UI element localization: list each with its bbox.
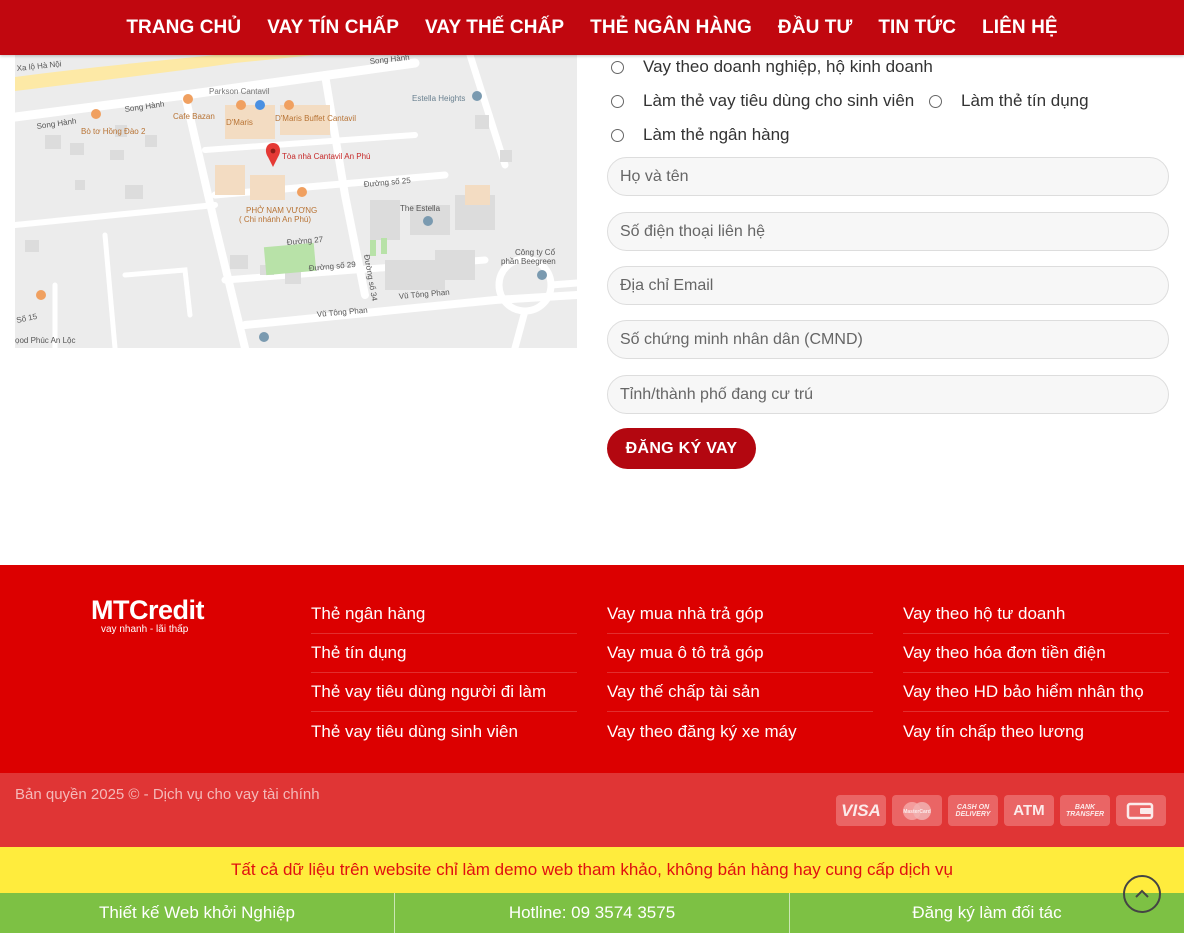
footer-link[interactable]: Thẻ vay tiêu dùng người đi làm <box>311 673 577 712</box>
radio-label: Làm thẻ tín dụng <box>961 91 1089 110</box>
footer: MTCredit vay nhanh - lãi thấp Thẻ ngân h… <box>0 565 1184 773</box>
radio-button[interactable] <box>611 128 624 142</box>
nav-news[interactable]: TIN TỨC <box>878 17 956 39</box>
bottom-bar: Thiết kế Web khởi Nghiệp Hotline: 09 357… <box>0 893 1184 933</box>
svg-text:D'Maris Buffet Cantavil: D'Maris Buffet Cantavil <box>275 114 356 123</box>
atm-icon: ATM <box>1004 795 1054 826</box>
back-to-top-button[interactable] <box>1123 875 1161 913</box>
nav-unsecured-loan[interactable]: VAY TÍN CHẤP <box>267 17 399 39</box>
footer-column-other-loans: Vay theo hộ tư doanh Vay theo hóa đơn ti… <box>903 595 1169 751</box>
radio-label: Vay theo doanh nghiệp, hộ kinh doanh <box>643 57 933 76</box>
radio-label: Làm thẻ ngân hàng <box>643 125 790 144</box>
copyright-bar: Bản quyền 2025 © - Dịch vụ cho vay tài c… <box>0 773 1184 847</box>
svg-text:ọod Phúc An Lộc: ọod Phúc An Lộc <box>15 336 76 345</box>
svg-text:The Estella: The Estella <box>400 204 441 213</box>
radio-button[interactable] <box>611 94 624 108</box>
nav-bank-card[interactable]: THẺ NGÂN HÀNG <box>590 17 752 39</box>
nav-mortgage-loan[interactable]: VAY THẾ CHẤP <box>425 17 564 39</box>
svg-text:Bò tơ Hồng Đào 2: Bò tơ Hồng Đào 2 <box>81 127 146 136</box>
radio-button[interactable] <box>611 60 624 74</box>
radio-credit-card[interactable]: Làm thẻ tín dụng <box>923 91 1089 111</box>
province-field[interactable]: Tỉnh/thành phố đang cư trú <box>607 375 1169 414</box>
svg-text:Parkson Cantavil: Parkson Cantavil <box>209 87 270 96</box>
hotline-link[interactable]: Hotline: 09 3574 3575 <box>395 893 790 933</box>
footer-link[interactable]: Vay theo đăng ký xe máy <box>607 712 873 751</box>
nav-home[interactable]: TRANG CHỦ <box>126 17 241 39</box>
footer-link[interactable]: Vay theo hộ tư doanh <box>903 595 1169 634</box>
radio-label: Làm thẻ vay tiêu dùng cho sinh viên <box>643 91 915 110</box>
nav-contact[interactable]: LIÊN HỆ <box>982 17 1058 39</box>
footer-link[interactable]: Thẻ vay tiêu dùng sinh viên <box>311 712 577 751</box>
location-map[interactable]: Xa lộ Hà Nội Song Hành Song Hành Song Hà… <box>15 55 577 348</box>
register-loan-button[interactable]: ĐĂNG KÝ VAY <box>607 428 756 469</box>
footer-link[interactable]: Vay mua ô tô trả góp <box>607 634 873 673</box>
web-design-link[interactable]: Thiết kế Web khởi Nghiệp <box>0 893 395 933</box>
footer-link[interactable]: Vay theo hóa đơn tiền điện <box>903 634 1169 673</box>
footer-column-loans: Vay mua nhà trả góp Vay mua ô tô trả góp… <box>607 595 873 751</box>
wallet-icon <box>1116 795 1166 826</box>
svg-text:MasterCard: MasterCard <box>903 809 931 815</box>
demo-notice: Tất cả dữ liệu trên website chỉ làm demo… <box>0 847 1184 893</box>
logo-name: MTCredit <box>91 595 205 625</box>
footer-link[interactable]: Vay theo HD bảo hiểm nhân thọ <box>903 673 1169 712</box>
chevron-up-icon <box>1135 889 1149 898</box>
footer-link[interactable]: Thẻ ngân hàng <box>311 595 577 634</box>
radio-bank-card[interactable]: Làm thẻ ngân hàng <box>605 125 790 145</box>
nav-investment[interactable]: ĐẦU TƯ <box>778 17 852 39</box>
svg-text:D'Maris: D'Maris <box>226 118 253 127</box>
bank-transfer-icon: BANK TRANSFER <box>1060 795 1110 826</box>
svg-text:( Chi nhánh An Phú): ( Chi nhánh An Phú) <box>239 215 311 224</box>
id-number-field[interactable]: Số chứng minh nhân dân (CMND) <box>607 320 1169 359</box>
footer-column-cards: Thẻ ngân hàng Thẻ tín dụng Thẻ vay tiêu … <box>311 595 577 751</box>
svg-text:phần Beegreen: phần Beegreen <box>501 257 556 266</box>
radio-button[interactable] <box>929 94 942 108</box>
footer-link[interactable]: Vay tín chấp theo lương <box>903 712 1169 751</box>
email-field[interactable]: Địa chỉ Email <box>607 266 1169 305</box>
footer-link[interactable]: Thẻ tín dụng <box>311 634 577 673</box>
svg-text:Cafe Bazan: Cafe Bazan <box>173 112 215 121</box>
full-name-field[interactable]: Họ và tên <box>607 157 1169 196</box>
footer-link[interactable]: Vay mua nhà trả góp <box>607 595 873 634</box>
footer-logo[interactable]: MTCredit vay nhanh - lãi thấp <box>91 595 205 635</box>
phone-field[interactable]: Số điện thoại liên hệ <box>607 212 1169 251</box>
svg-text:Tòa nhà Cantavil An Phú: Tòa nhà Cantavil An Phú <box>282 152 371 161</box>
footer-link[interactable]: Vay thế chấp tài sản <box>607 673 873 712</box>
svg-text:PHỞ NAM VƯƠNG: PHỞ NAM VƯƠNG <box>246 206 317 215</box>
cash-on-delivery-icon: CASH ON DELIVERY <box>948 795 998 826</box>
svg-text:Công ty Cổ: Công ty Cổ <box>515 248 556 257</box>
visa-icon: VISA <box>836 795 886 826</box>
copyright-text: Bản quyền 2025 © - Dịch vụ cho vay tài c… <box>15 786 320 803</box>
radio-business-loan[interactable]: Vay theo doanh nghiệp, hộ kinh doanh <box>605 57 933 77</box>
radio-student-card[interactable]: Làm thẻ vay tiêu dùng cho sinh viên <box>605 91 914 111</box>
svg-text:Estella Heights: Estella Heights <box>412 94 465 103</box>
main-nav: TRANG CHỦ VAY TÍN CHẤP VAY THẾ CHẤP THẺ … <box>0 0 1184 55</box>
map-canvas: Xa lộ Hà Nội Song Hành Song Hành Song Hà… <box>15 55 577 348</box>
mastercard-icon: MasterCard <box>892 795 942 826</box>
